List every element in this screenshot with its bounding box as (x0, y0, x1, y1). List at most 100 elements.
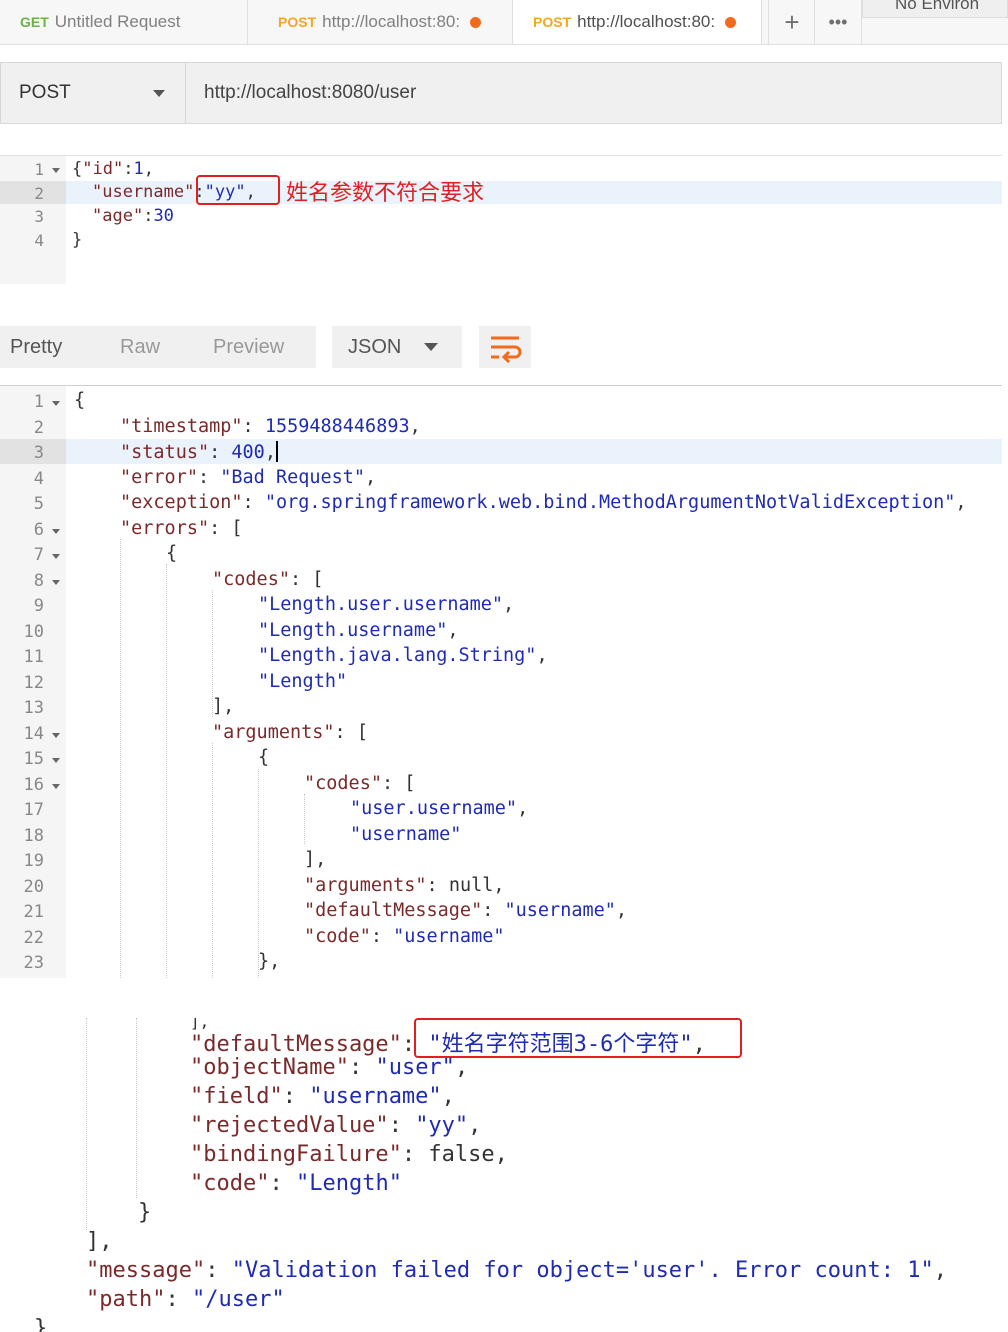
fold-arrow-icon[interactable] (52, 554, 60, 559)
url-value: http://localhost:8080/user (204, 82, 417, 103)
request-tab-bar: GET Untitled Request POST http://localho… (0, 0, 1008, 45)
line-number: 6 (33, 519, 44, 540)
tab-preview[interactable]: Preview (213, 327, 284, 367)
tab-method-post: POST (278, 14, 317, 30)
add-tab-button[interactable]: + (768, 0, 815, 44)
code-line: } (138, 1200, 152, 1225)
line-number: 19 (23, 851, 44, 871)
fold-arrow-icon[interactable] (52, 579, 60, 585)
tab-method-get: GET (20, 14, 49, 30)
format-label: JSON (348, 335, 402, 358)
indent-guide (304, 794, 305, 844)
environment-select[interactable]: No Environ (862, 0, 1008, 18)
code-line: "code": "username" (304, 925, 505, 947)
unsaved-dot-icon (725, 16, 737, 28)
indent-guide (258, 769, 259, 978)
tab-label: http://localhost:80: (322, 12, 461, 31)
code-line: } (34, 1316, 48, 1332)
unsaved-dot-icon (470, 16, 482, 28)
code-line: "codes": [ (212, 568, 324, 590)
line-number: 1 (33, 392, 44, 412)
indent-guide (136, 1018, 137, 1198)
format-select[interactable]: JSON (332, 326, 462, 368)
indent-guide (120, 539, 121, 978)
indent-guide (86, 1018, 87, 1230)
line-number: 9 (33, 596, 44, 616)
fold-arrow-icon[interactable] (52, 783, 60, 789)
plus-icon: + (784, 6, 800, 37)
code-line: ], (304, 849, 327, 870)
code-line: { (166, 543, 178, 564)
line-number: 16 (23, 774, 44, 795)
response-body-viewer[interactable]: 1 2 3 4 5 6 7 8 9 10 11 12 13 14 15 16 17 18 19 20 21 22 23 {"… (0, 385, 1002, 978)
code-line: "Length.username", (258, 619, 459, 641)
method-select[interactable]: POST (0, 62, 186, 124)
code-line: "defaultMessage": "username", (304, 900, 628, 921)
fold-arrow-icon[interactable] (52, 528, 60, 534)
line-number: 21 (23, 902, 44, 922)
code-line: "Length.user.username", (258, 594, 515, 615)
fold-arrow-icon[interactable] (52, 732, 60, 738)
code-line: "user.username", (350, 798, 529, 819)
code-line: } (72, 230, 83, 250)
line-number: 3 (33, 443, 44, 463)
line-number: 15 (23, 749, 44, 769)
code-line: "error": "Bad Request", (120, 466, 377, 488)
tab-raw[interactable]: Raw (120, 327, 160, 367)
code-line: "Length" (258, 670, 348, 692)
code-line: "field": "username", (190, 1084, 455, 1109)
line-number: 13 (23, 698, 44, 718)
request-body-editor[interactable]: 1 2 3 4 {"id":1, "username":"yy", "age":… (0, 155, 1002, 284)
line-number: 3 (34, 207, 44, 226)
more-icon: ••• (828, 11, 848, 32)
line-number: 4 (34, 231, 44, 250)
line-number: 10 (23, 621, 44, 642)
tab-post-request-2[interactable]: POST http://localhost:80: (512, 0, 762, 44)
line-number: 11 (23, 647, 44, 667)
chevron-down-icon (153, 90, 165, 97)
url-input[interactable]: http://localhost:8080/user (186, 62, 1002, 124)
response-body-tail[interactable]: ], "defaultMessage": "姓名字符范围3-6个字符", "obje… (0, 1018, 1002, 1332)
code-line: ], (86, 1229, 113, 1254)
line-number: 23 (23, 953, 44, 973)
code-line: "Length.java.lang.String", (258, 645, 548, 666)
text-cursor (275, 441, 278, 462)
tab-pretty[interactable]: Pretty (10, 327, 62, 367)
code-line: "rejectedValue": "yy", (190, 1113, 482, 1138)
more-tabs-button[interactable]: ••• (814, 0, 862, 44)
tab-post-request-1[interactable]: POST http://localhost:80: (258, 0, 508, 44)
code-line: "username" (350, 823, 462, 845)
code-line: {"id":1, (72, 159, 154, 179)
line-number: 2 (33, 417, 44, 438)
code-line: "message": "Validation failed for object… (86, 1258, 947, 1283)
line-number: 14 (23, 723, 44, 744)
chevron-down-icon (424, 343, 438, 351)
code-line: "code": "Length" (190, 1171, 402, 1196)
line-number: 22 (23, 927, 44, 948)
code-line: "status": 400, (120, 441, 278, 463)
tab-label: Untitled Request (54, 12, 181, 31)
highlight-box (196, 175, 280, 205)
indent-guide (212, 743, 213, 978)
line-number: 12 (23, 672, 44, 693)
code-line: ], (212, 696, 235, 717)
method-label: POST (19, 82, 71, 103)
tab-method-post: POST (533, 14, 572, 30)
code-line: "errors": [ (120, 517, 243, 539)
code-line: "path": "/user" (86, 1287, 285, 1312)
fold-arrow-icon[interactable] (52, 758, 60, 763)
fold-arrow-icon[interactable] (52, 401, 60, 406)
line-number: 20 (23, 876, 44, 897)
line-number: 2 (34, 184, 44, 203)
code-line: { (258, 747, 270, 768)
tab-label: http://localhost:80: (577, 12, 716, 31)
line-number: 17 (23, 800, 44, 820)
tab-untitled-request[interactable]: GET Untitled Request (0, 0, 248, 44)
code-line: "arguments": [ (212, 721, 368, 743)
code-line: "codes": [ (304, 772, 416, 794)
code-line: "exception": "org.springframework.web.bi… (120, 492, 967, 513)
line-number: 4 (33, 468, 44, 489)
code-line: "age":30 (92, 206, 174, 226)
fold-arrow-icon[interactable] (52, 168, 60, 173)
wrap-lines-button[interactable] (479, 326, 531, 368)
